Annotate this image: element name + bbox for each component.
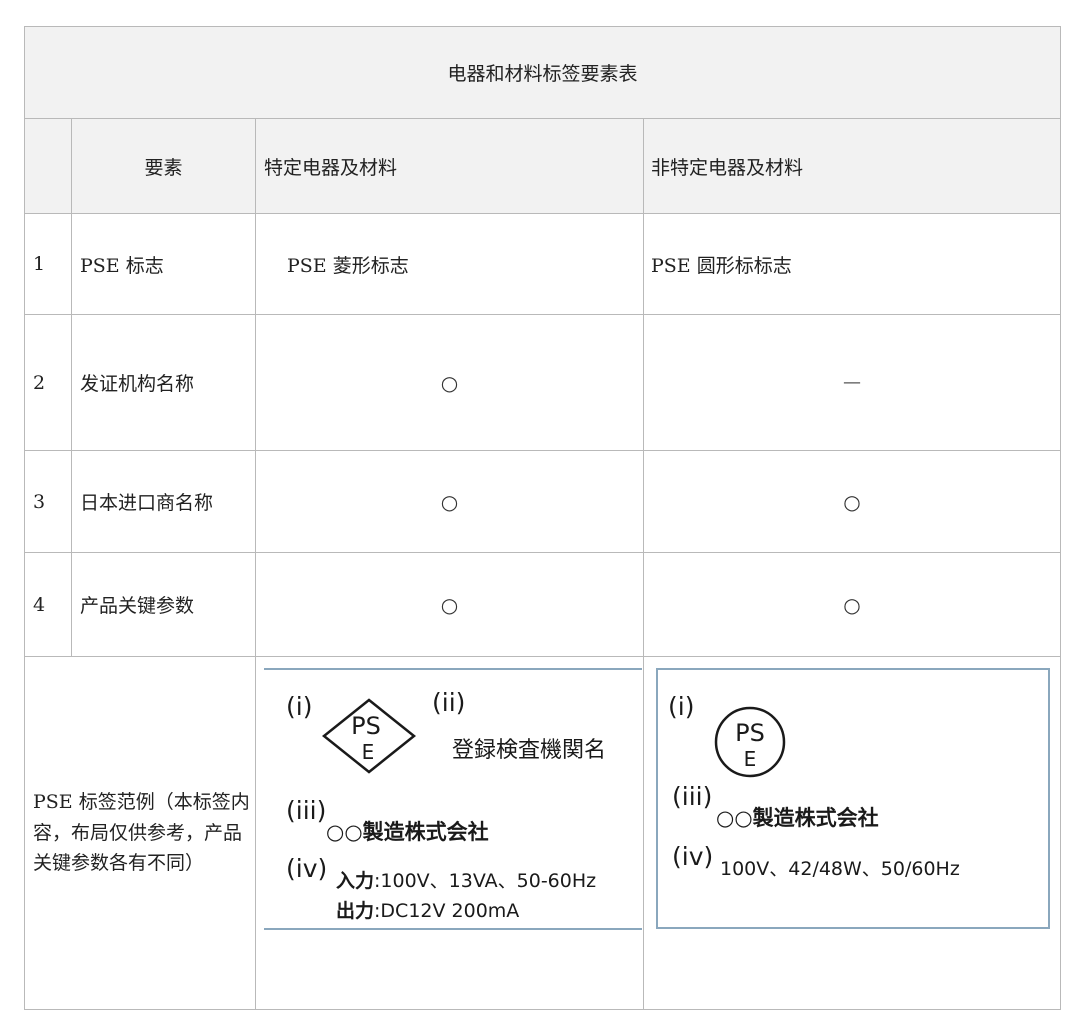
label-marker-i: (i) [286, 692, 313, 721]
specified-value: ○ [440, 592, 459, 617]
company-name: ○○製造株式会社 [716, 806, 879, 830]
pse-diamond-logo: PS E [321, 698, 417, 774]
row-element: 发证机构名称 [80, 373, 195, 395]
non-specified-value: — [843, 372, 861, 393]
example-label-caption: PSE 标签范例（本标签内容，布局仅供参考，产品关键参数各有不同） [33, 791, 250, 875]
label-marker-iv: (iv) [672, 842, 714, 871]
row-element: 日本进口商名称 [80, 492, 214, 514]
label-marker-i: (i) [668, 692, 695, 721]
non-specified-value: ○ [843, 592, 861, 617]
label-marker-ii: (ii) [432, 688, 466, 717]
row-number: 3 [33, 490, 46, 513]
non-specified-value: PSE 圆形标标志 [651, 254, 792, 277]
row-element: 产品关键参数 [80, 595, 195, 617]
logo-text: PS [351, 712, 381, 740]
table-title: 电器和材料标签要素表 [25, 27, 1060, 118]
header-specified: 特定电器及材料 [264, 156, 398, 179]
row-number: 1 [33, 253, 46, 275]
row-element: PSE 标志 [80, 254, 164, 277]
pse-label-specified-example: (i) PS E (ii) 登録検査機関名 (iii) ○○製造株式会社 (iv… [264, 668, 642, 930]
label-marker-iv: (iv) [286, 854, 328, 883]
pse-circle-logo: PS E [714, 706, 786, 778]
row-number: 4 [33, 593, 46, 616]
label-marker-iii: (iii) [286, 796, 327, 825]
pse-label-non-specified-example: (i) PS E (iii) ○○製造株式会社 (iv) 100V、42/48W… [656, 668, 1050, 929]
company-name: ○○製造株式会社 [326, 820, 489, 844]
non-specified-value: ○ [843, 489, 861, 514]
row-number: 2 [33, 371, 46, 394]
input-spec: 入力:100V、13VA、50-60Hz [336, 870, 597, 892]
specified-value: PSE 菱形标志 [287, 254, 409, 277]
logo-text: E [362, 740, 375, 764]
output-spec: 出力:DC12V 200mA [336, 900, 520, 922]
label-elements-table: 电器和材料标签要素表 要素 特定电器及材料 非特定电器及材料 1 PSE 标志 … [24, 26, 1061, 1010]
rating-spec: 100V、42/48W、50/60Hz [720, 858, 960, 880]
inspection-body-name: 登録検査機関名 [452, 738, 607, 763]
specified-value: ○ [440, 370, 459, 395]
label-marker-iii: (iii) [672, 782, 713, 811]
header-element: 要素 [144, 156, 183, 179]
specified-value: ○ [440, 489, 459, 514]
logo-text: PS [735, 719, 765, 747]
header-non-specified: 非特定电器及材料 [651, 156, 804, 179]
logo-text: E [744, 747, 757, 771]
